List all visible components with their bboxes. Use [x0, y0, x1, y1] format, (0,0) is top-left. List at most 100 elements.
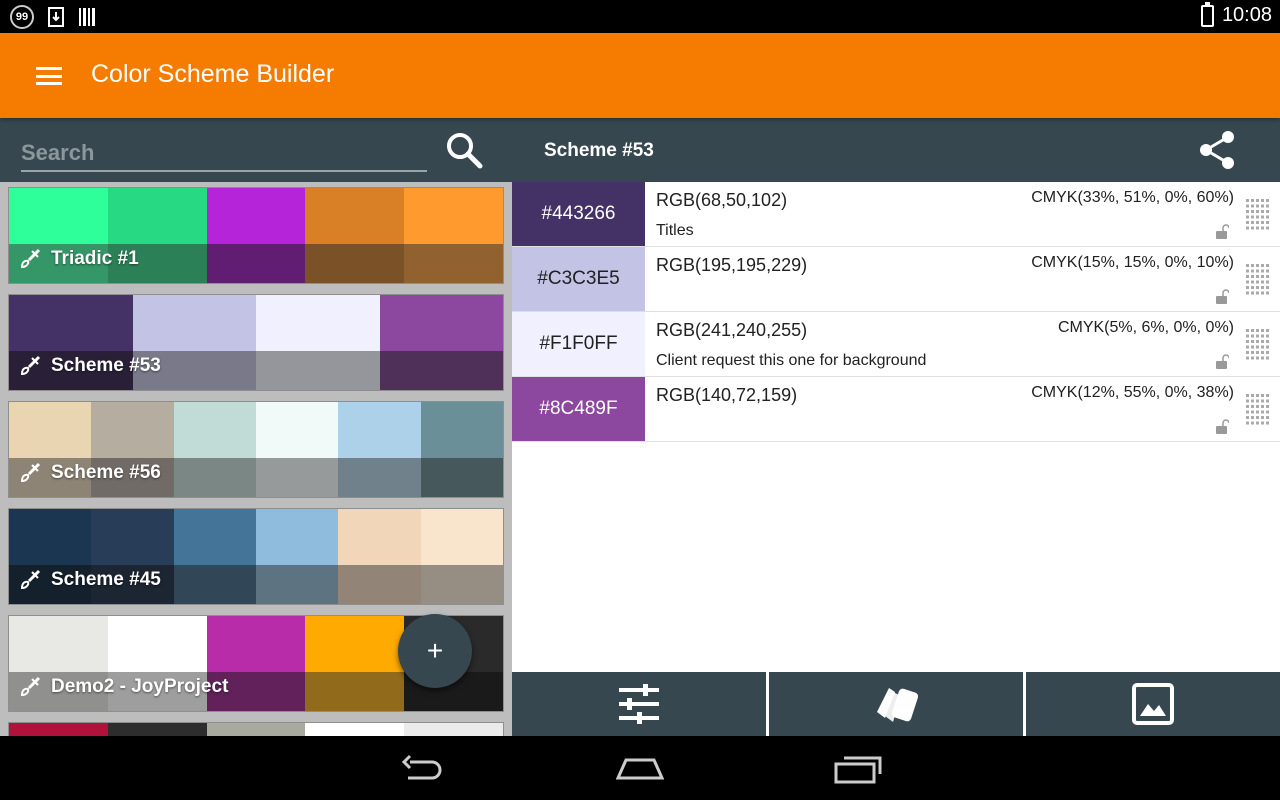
menu-icon[interactable]	[36, 67, 62, 85]
color-swatch	[173, 402, 256, 458]
color-swatch	[173, 458, 256, 497]
color-swatch	[305, 244, 405, 283]
scheme-name: Scheme #53	[51, 355, 161, 376]
scheme-swatches	[9, 402, 503, 458]
search-icon[interactable]	[444, 130, 484, 170]
swatches-button[interactable]	[769, 672, 1023, 736]
clock: 10:08	[1221, 4, 1272, 26]
color-row[interactable]: #443266 RGB(68,50,102) Titles CMYK(33%, 51%…	[512, 182, 1280, 247]
color-swatch[interactable]: #C3C3E5	[512, 247, 645, 311]
color-swatch	[206, 244, 306, 283]
color-swatch	[9, 188, 108, 244]
scheme-name: Scheme #45	[51, 569, 161, 590]
color-swatch	[206, 188, 306, 244]
home-icon[interactable]	[616, 752, 664, 784]
color-swatch[interactable]: #443266	[512, 182, 645, 246]
scheme-title: Scheme #53	[544, 140, 654, 161]
scheme-card[interactable]	[8, 722, 504, 736]
color-swatch	[9, 616, 108, 672]
image-button[interactable]	[1026, 672, 1280, 736]
color-swatch	[9, 509, 92, 565]
unlock-icon[interactable]	[1215, 224, 1229, 240]
barcode-icon	[79, 8, 95, 26]
color-swatch	[107, 723, 207, 736]
search-input[interactable]	[21, 136, 427, 172]
color-swatch	[9, 723, 108, 736]
add-scheme-button[interactable]: +	[398, 614, 472, 688]
scheme-card[interactable]: Scheme #56	[8, 401, 504, 498]
brush-icon	[20, 569, 41, 590]
scheme-name: Triadic #1	[51, 248, 139, 269]
scheme-card-label: Scheme #53	[19, 355, 161, 377]
color-swatch	[305, 616, 405, 672]
status-bar: 99 10:08	[0, 0, 1280, 33]
scheme-detail-panel: Scheme #53 #443266 RGB(68,50,102) Titles CM…	[512, 118, 1280, 736]
color-swatch	[255, 565, 339, 604]
scheme-card[interactable]: Scheme #45	[8, 508, 504, 605]
app-bar: Color Scheme Builder	[0, 33, 1280, 118]
scheme-name: Scheme #56	[51, 462, 161, 483]
download-icon	[48, 7, 64, 27]
color-swatch	[305, 723, 405, 736]
recent-apps-icon[interactable]	[834, 752, 882, 784]
color-swatch	[338, 402, 421, 458]
color-swatch	[420, 402, 503, 458]
cmyk-value: CMYK(33%, 51%, 0%, 60%)	[1031, 189, 1234, 206]
color-swatch	[379, 295, 503, 351]
color-row[interactable]: #F1F0FF RGB(241,240,255) Client request th…	[512, 312, 1280, 377]
color-swatch	[255, 458, 339, 497]
brush-icon	[20, 355, 41, 376]
color-swatch[interactable]: #F1F0FF	[512, 312, 645, 376]
scheme-card[interactable]: Scheme #53	[8, 294, 504, 391]
back-icon[interactable]	[400, 752, 448, 784]
drag-handle-icon[interactable]	[1246, 199, 1270, 231]
unlock-icon[interactable]	[1215, 354, 1229, 370]
drag-handle-icon[interactable]	[1246, 264, 1270, 296]
color-swatch	[404, 188, 503, 244]
brush-icon	[20, 248, 41, 269]
color-swatch	[305, 672, 405, 711]
color-swatch[interactable]: #8C489F	[512, 377, 645, 441]
scheme-swatches	[9, 188, 503, 244]
scheme-name: Demo2 - JoyProject	[51, 676, 229, 697]
color-swatch	[420, 458, 503, 497]
scheme-card[interactable]: Triadic #1	[8, 187, 504, 284]
color-row[interactable]: #C3C3E5 RGB(195,195,229) CMYK(15%, 15%, 0%…	[512, 247, 1280, 312]
drag-handle-icon[interactable]	[1246, 394, 1270, 426]
scheme-card-label: Demo2 - JoyProject	[19, 676, 228, 698]
scheme-swatches	[9, 723, 503, 736]
unlock-icon[interactable]	[1215, 289, 1229, 305]
rgb-value: RGB(241,240,255)	[656, 320, 808, 340]
color-swatch	[91, 509, 174, 565]
color-cards-icon	[877, 688, 919, 722]
color-swatch	[404, 723, 503, 736]
color-swatch	[206, 723, 306, 736]
color-swatch	[107, 188, 207, 244]
color-swatch	[404, 244, 503, 283]
rgb-value: RGB(68,50,102)	[656, 190, 788, 210]
cmyk-value: CMYK(12%, 55%, 0%, 38%)	[1031, 384, 1234, 401]
unlock-icon[interactable]	[1215, 419, 1229, 435]
drag-handle-icon[interactable]	[1246, 329, 1270, 361]
cmyk-value: CMYK(15%, 15%, 0%, 10%)	[1031, 254, 1234, 271]
color-swatch	[107, 616, 207, 672]
share-icon[interactable]	[1194, 126, 1242, 174]
color-row-list: #443266 RGB(68,50,102) Titles CMYK(33%, 51%…	[512, 182, 1280, 442]
color-swatch	[338, 458, 421, 497]
search-bar	[0, 118, 512, 182]
adjust-button[interactable]	[512, 672, 766, 736]
rgb-value: RGB(195,195,229)	[656, 255, 808, 275]
cmyk-value: CMYK(5%, 6%, 0%, 0%)	[1057, 319, 1234, 336]
color-swatch	[379, 351, 503, 390]
color-swatch	[305, 188, 405, 244]
scheme-card-label: Scheme #56	[19, 462, 161, 484]
color-swatch	[132, 295, 256, 351]
color-swatch	[420, 565, 503, 604]
tool-bar	[512, 672, 1280, 736]
color-swatch	[420, 509, 503, 565]
color-swatch	[206, 616, 306, 672]
scheme-list-panel: Triadic #1 Scheme #53 Scheme #56 Scheme #45…	[0, 118, 512, 736]
color-swatch	[338, 509, 421, 565]
color-row[interactable]: #8C489F RGB(140,72,159) CMYK(12%, 55%, 0%,…	[512, 377, 1280, 442]
color-swatch	[338, 565, 421, 604]
